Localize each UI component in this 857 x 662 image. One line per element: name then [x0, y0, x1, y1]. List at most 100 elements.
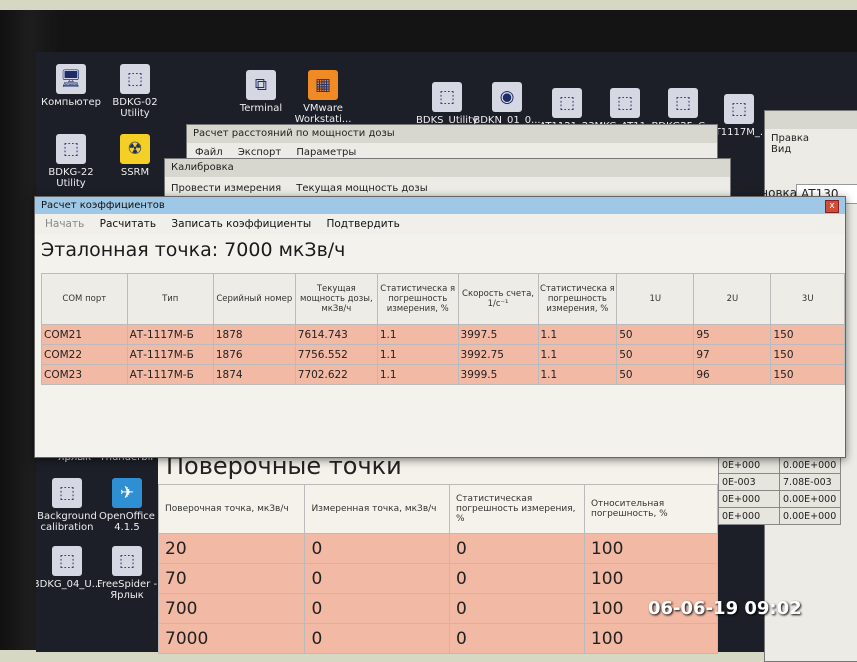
table-cell[interactable]: 96: [693, 364, 772, 385]
table-cell[interactable]: 100: [583, 533, 719, 564]
table-cell[interactable]: 1.1: [537, 324, 618, 345]
col-header: 2U: [693, 273, 772, 325]
table-row[interactable]: 70 0 0 100: [157, 563, 719, 594]
table-cell[interactable]: 3999.5: [457, 364, 539, 385]
table-cell[interactable]: 50: [616, 344, 695, 365]
table-cell[interactable]: 700: [157, 593, 306, 624]
table-cell[interactable]: 0: [304, 623, 450, 654]
table-cell[interactable]: 0E-003: [718, 473, 780, 491]
table-row[interactable]: COM23 АТ-1117М-Б 1874 7702.622 1.1 3999.…: [41, 364, 845, 385]
bdkg02-utility-icon[interactable]: ⬚ BDKG-02 Utility: [100, 64, 170, 119]
table-cell[interactable]: 150: [770, 364, 845, 385]
table-cell[interactable]: 0: [304, 563, 450, 594]
table-cell[interactable]: COM21: [41, 324, 128, 345]
table-cell[interactable]: 3997.5: [457, 324, 539, 345]
table-cell[interactable]: 0E+000: [718, 507, 780, 525]
icon-label: Background calibration: [37, 511, 97, 533]
table-cell[interactable]: 0: [448, 563, 585, 594]
menu-edit[interactable]: Правка: [771, 133, 809, 144]
table-cell[interactable]: 1.1: [376, 364, 459, 385]
table-cell[interactable]: 0: [304, 593, 450, 624]
table-row[interactable]: 20 0 0 100: [157, 533, 719, 564]
table-cell[interactable]: 0: [448, 623, 585, 654]
menu-start[interactable]: Начать: [45, 218, 84, 230]
menu-measure[interactable]: Провести измерения: [171, 183, 281, 194]
table-cell[interactable]: 50: [616, 364, 695, 385]
table-row[interactable]: 0E+000 0.00E+000: [718, 490, 841, 508]
vmware-icon[interactable]: ▦ VMware Workstati...: [288, 70, 358, 125]
table-cell[interactable]: 0.00E+000: [779, 507, 841, 525]
computer-icon[interactable]: 🖥 Компьютер: [36, 64, 106, 108]
table-cell[interactable]: АТ-1117М-Б: [126, 344, 214, 365]
shortcut-glyph: ◉: [492, 82, 522, 112]
table-cell[interactable]: 0: [448, 533, 585, 564]
table-cell[interactable]: 1.1: [376, 324, 459, 345]
icon-label: SSRM: [120, 167, 150, 178]
table-row[interactable]: 7000 0 0 100: [157, 623, 719, 654]
menu-confirm[interactable]: Подтвердить: [326, 218, 399, 230]
menu-export[interactable]: Экспорт: [238, 147, 281, 158]
table-cell[interactable]: 97: [693, 344, 772, 365]
table-cell[interactable]: 150: [770, 324, 845, 345]
table-cell[interactable]: 0E+000: [718, 456, 780, 474]
window-title: Калибровка: [165, 159, 730, 177]
menu-calculate[interactable]: Расчитать: [100, 218, 156, 230]
menu-current-dose[interactable]: Текущая мощность дозы: [296, 183, 427, 194]
shortcut-glyph: ⬚: [724, 94, 754, 124]
col-header: Скорость счета, 1/с⁻¹: [457, 273, 539, 325]
table-cell[interactable]: АТ-1117М-Б: [126, 364, 214, 385]
table-cell[interactable]: 0: [448, 593, 585, 624]
table-cell[interactable]: 0: [304, 533, 450, 564]
icon-label: VMware Workstati...: [294, 103, 352, 125]
table-cell[interactable]: 1876: [212, 344, 296, 365]
table-cell[interactable]: COM23: [41, 364, 128, 385]
menu-parameters[interactable]: Параметры: [296, 147, 356, 158]
table-cell[interactable]: 0.00E+000: [779, 456, 841, 474]
table-cell[interactable]: 70: [157, 563, 306, 594]
coefficients-window[interactable]: Расчет коэффициентов x Начать Расчитать …: [34, 196, 846, 458]
terminal-glyph: ⧉: [246, 70, 276, 100]
coefficients-table: COM порт Тип Серийный номер Текущая мощн…: [41, 273, 845, 385]
table-cell[interactable]: 20: [157, 533, 306, 564]
window-title: [765, 111, 857, 129]
icon-label: BDKG-22 Utility: [48, 167, 94, 189]
table-cell[interactable]: 7000: [157, 623, 306, 654]
table-cell[interactable]: 1878: [212, 324, 296, 345]
table-row[interactable]: 0E+000 0.00E+000: [718, 456, 841, 474]
col-header: Статистическая погрешность измерения, %: [448, 484, 585, 534]
table-row[interactable]: 700 0 0 100: [157, 593, 719, 624]
table-cell[interactable]: 150: [770, 344, 845, 365]
table-cell[interactable]: 1.1: [376, 344, 459, 365]
table-row[interactable]: COM21 АТ-1117М-Б 1878 7614.743 1.1 3997.…: [41, 324, 845, 345]
table-cell[interactable]: 1.1: [537, 344, 618, 365]
table-cell[interactable]: 50: [616, 324, 695, 345]
menu-write-coefficients[interactable]: Записать коэффициенты: [171, 218, 311, 230]
shortcut-glyph: ⬚: [120, 64, 150, 94]
freespider-icon[interactable]: ⬚ FreeSpider - Ярлык: [92, 546, 162, 601]
table-cell[interactable]: 7702.622: [294, 364, 378, 385]
table-cell[interactable]: 7756.552: [294, 344, 378, 365]
table-row[interactable]: 0E+000 0.00E+000: [718, 507, 841, 525]
table-cell[interactable]: 100: [583, 563, 719, 594]
ssrm-icon[interactable]: ☢ SSRM: [100, 134, 170, 178]
menu-view[interactable]: Вид: [771, 144, 791, 155]
table-cell[interactable]: 7614.743: [294, 324, 378, 345]
table-row[interactable]: COM22 АТ-1117М-Б 1876 7756.552 1.1 3992.…: [41, 344, 845, 365]
table-row[interactable]: 0E-003 7.08E-003: [718, 473, 841, 491]
table-cell[interactable]: 3992.75: [457, 344, 539, 365]
openoffice-icon[interactable]: ✈ OpenOffice 4.1.5: [92, 478, 162, 533]
close-icon[interactable]: x: [825, 200, 839, 213]
menu-file[interactable]: Файл: [195, 147, 223, 158]
table-cell[interactable]: COM22: [41, 344, 128, 365]
col-header: 3U: [770, 273, 845, 325]
table-cell[interactable]: 7.08E-003: [779, 473, 841, 491]
table-cell[interactable]: 0E+000: [718, 490, 780, 508]
table-cell[interactable]: 100: [583, 623, 719, 654]
table-cell[interactable]: 1.1: [537, 364, 618, 385]
table-cell[interactable]: АТ-1117М-Б: [126, 324, 214, 345]
bdkg22-utility-icon[interactable]: ⬚ BDKG-22 Utility: [36, 134, 106, 189]
table-cell[interactable]: 1874: [212, 364, 296, 385]
terminal-icon[interactable]: ⧉ Terminal: [226, 70, 296, 114]
table-cell[interactable]: 95: [693, 324, 772, 345]
table-cell[interactable]: 0.00E+000: [779, 490, 841, 508]
